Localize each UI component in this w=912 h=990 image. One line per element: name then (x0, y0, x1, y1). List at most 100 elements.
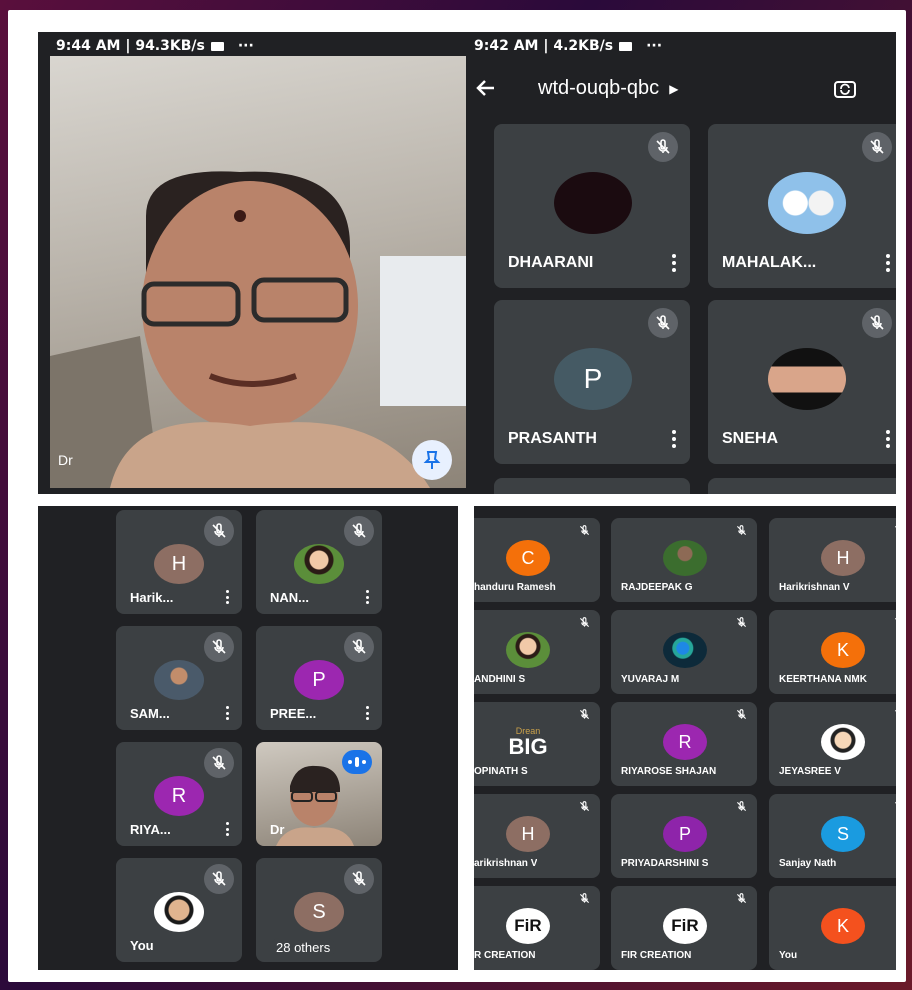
dream-big-logo: Drean BIG (506, 724, 550, 760)
more-options-icon[interactable] (366, 590, 369, 604)
avatar-photo (294, 544, 344, 584)
participant-tile-mahalak[interactable]: MAHALAK... (708, 124, 896, 288)
participant-tile[interactable]: Drean BIG OPINATH S (474, 702, 600, 786)
participant-name: YUVARAJ M (621, 674, 680, 685)
participant-tile[interactable]: S Sanjay Nath (769, 794, 896, 878)
more-options-icon[interactable] (366, 706, 369, 720)
mic-off-icon (733, 614, 749, 630)
avatar-initial: S (821, 816, 865, 852)
avatar-initial: R (663, 724, 707, 760)
status-time-speed-2: 9:42 AM | 4.2KB/s (474, 38, 614, 54)
participant-name: You (779, 950, 798, 961)
mic-off-icon (204, 748, 234, 778)
dense-grid-screen: Chanduru Ramesh RAJDEEPAK G H Harikrishnan … (474, 506, 896, 970)
more-options-icon[interactable] (226, 822, 229, 836)
participant-tile-partial[interactable] (708, 478, 896, 494)
participant-tile[interactable]: S 28 others (256, 858, 382, 962)
pin-button[interactable] (412, 440, 452, 480)
participant-tile[interactable]: P PRIYADARSHINI S (611, 794, 757, 878)
participant-tile[interactable]: R RIYA... (116, 742, 242, 846)
caret-right-icon: ▶ (669, 81, 679, 96)
participant-tile[interactable]: K KEERTHANA NMK (769, 610, 896, 694)
more-options-icon[interactable] (886, 430, 890, 448)
avatar-photo (154, 892, 204, 932)
mic-off-icon (204, 864, 234, 894)
mic-off-icon (648, 132, 678, 162)
participant-name: SAM... (130, 706, 170, 721)
speaker-video[interactable] (50, 56, 466, 488)
avatar-initial: H (821, 540, 865, 576)
participant-tile[interactable]: You (116, 858, 242, 962)
participant-name: Harik... (130, 590, 174, 605)
participant-tile-prasanth[interactable]: P PRASANTH (494, 300, 690, 464)
avatar-dark (554, 172, 632, 234)
logo-big-text: BIG (508, 733, 548, 759)
speaker-screen: 9:44 AM | 94.3KB/s ··· Dr (38, 32, 466, 494)
participant-name: JEYASREE V (779, 766, 841, 777)
mic-off-icon (576, 798, 592, 814)
participant-name: Dr (270, 822, 285, 837)
participant-name: MAHALAK... (722, 254, 817, 271)
back-arrow-icon[interactable] (474, 76, 498, 100)
participant-tile[interactable]: FiR R CREATION (474, 886, 600, 970)
mic-off-icon (344, 864, 374, 894)
avatar-initial: P (663, 816, 707, 852)
mic-off-icon (733, 798, 749, 814)
participant-tile[interactable]: Chanduru Ramesh (474, 518, 600, 602)
pin-icon (423, 451, 441, 469)
mic-off-icon (204, 632, 234, 662)
mic-off-icon (733, 522, 749, 538)
more-options-icon[interactable] (672, 254, 676, 272)
mic-off-icon (891, 522, 896, 538)
participant-tile[interactable]: ANDHINI S (474, 610, 600, 694)
mic-off-icon (344, 516, 374, 546)
participant-name: RAJDEEPAK G (621, 582, 693, 593)
participant-tile[interactable]: P PREE... (256, 626, 382, 730)
participant-tile[interactable]: FiR FIR CREATION (611, 886, 757, 970)
avatar-photo (663, 632, 707, 668)
participant-name: ANDHINI S (474, 674, 526, 685)
mic-off-icon (576, 522, 592, 538)
more-options-icon[interactable] (226, 590, 229, 604)
fir-logo: FiR (663, 908, 707, 944)
avatar-eyes (768, 348, 846, 410)
others-count-button[interactable]: 28 others (270, 938, 337, 957)
participant-tile[interactable]: NAN... (256, 510, 382, 614)
participant-tile[interactable]: RAJDEEPAK G (611, 518, 757, 602)
participant-tile[interactable]: H Harik... (116, 510, 242, 614)
mic-off-icon (862, 308, 892, 338)
more-options-icon[interactable] (226, 706, 229, 720)
participant-tile[interactable]: Dr (256, 742, 382, 846)
participant-tile-partial[interactable] (494, 478, 690, 494)
more-options-icon[interactable] (886, 254, 890, 272)
more-options-icon[interactable] (672, 430, 676, 448)
mic-off-icon (576, 706, 592, 722)
mic-off-icon (733, 706, 749, 722)
participant-tile[interactable]: R RIYAROSE SHAJAN (611, 702, 757, 786)
participant-tile[interactable]: H Harikrishnan V (769, 518, 896, 602)
fir-logo: FiR (506, 908, 550, 944)
message-icon (210, 41, 224, 51)
participant-name: PRASANTH (508, 430, 597, 447)
participant-tile-sneha[interactable]: SNEHA (708, 300, 896, 464)
participant-tile-dhaarani[interactable]: DHAARANI (494, 124, 690, 288)
mic-off-icon (891, 706, 896, 722)
participant-name: Harikrishnan V (779, 582, 850, 593)
mic-off-icon (891, 798, 896, 814)
participant-tile[interactable]: SAM... (116, 626, 242, 730)
avatar-initial: K (821, 632, 865, 668)
participant-name: KEERTHANA NMK (779, 674, 867, 685)
participant-tile[interactable]: JEYASREE V (769, 702, 896, 786)
switch-camera-button[interactable] (832, 76, 858, 102)
avatar-initial: H (506, 816, 550, 852)
avatar-initial: C (506, 540, 550, 576)
participant-tile[interactable]: YUVARAJ M (611, 610, 757, 694)
meeting-code[interactable]: wtd-ouqb-qbc ▶ (538, 77, 678, 100)
mic-off-icon (344, 632, 374, 662)
participant-tile[interactable]: K You (769, 886, 896, 970)
avatar-initial: P (294, 660, 344, 700)
meeting-code-text: wtd-ouqb-qbc (538, 77, 660, 99)
participant-name: R CREATION (474, 950, 536, 961)
participant-tile[interactable]: Harikrishnan V (474, 794, 600, 878)
switch-camera-icon (834, 81, 856, 98)
